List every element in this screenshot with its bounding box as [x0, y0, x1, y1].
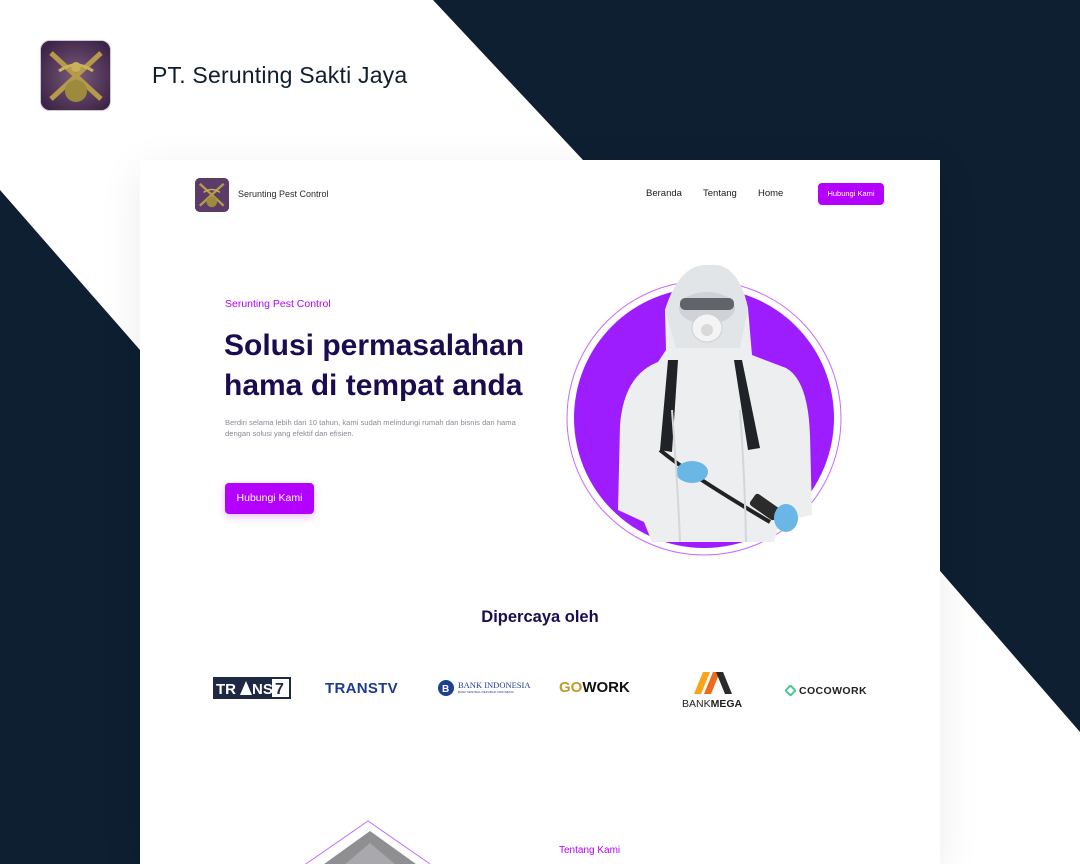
company-logo: [40, 40, 111, 111]
gowork-logo: GOWORK: [559, 679, 630, 696]
nav-link-home[interactable]: Home: [758, 188, 783, 199]
transtv-logo: TRANSTV: [325, 680, 398, 697]
gowork-text-work: WORK: [582, 679, 630, 696]
cocowork-logo: COCOWORK: [784, 682, 867, 700]
nav-contact-button[interactable]: Hubungi Kami: [818, 183, 884, 205]
landing-page-preview: Serunting Pest Control Beranda Tentang H…: [140, 160, 940, 864]
nav-link-tentang[interactable]: Tentang: [703, 188, 737, 199]
hero-description: Berdiri selama lebih dari 10 tahun, kami…: [225, 418, 516, 438]
svg-text:B: B: [442, 684, 449, 695]
bank-indonesia-subtext: BANK SENTRAL REPUBLIK INDONESIA: [458, 690, 514, 694]
hero-illustration: [566, 264, 842, 556]
bank-mega-text: BANKMEGA: [682, 698, 743, 710]
bank-mega-logo: BANKMEGA: [680, 670, 752, 710]
trusted-heading: Dipercaya oleh: [481, 608, 599, 626]
trans7-logo: TR NS 7: [213, 677, 291, 704]
nav-logo[interactable]: [195, 178, 229, 212]
nav-brand[interactable]: Serunting Pest Control: [238, 189, 329, 199]
about-illustration: [305, 820, 430, 864]
cocowork-text: COCOWORK: [799, 684, 867, 697]
partner-logos: TR NS 7 TRANSTV B BANK INDONESIA BANK SE…: [140, 665, 940, 725]
trans7-text-a: TR: [216, 681, 236, 698]
trans7-text-c: 7: [275, 681, 284, 698]
nav-link-beranda[interactable]: Beranda: [646, 188, 682, 199]
hero-title: Solusi permasalahan hama di tempat anda: [224, 326, 564, 406]
trans7-text-b: NS: [252, 681, 273, 698]
bank-indonesia-logo: B BANK INDONESIA BANK SENTRAL REPUBLIK I…: [437, 678, 531, 703]
hero-eyebrow: Serunting Pest Control: [225, 298, 331, 310]
cocowork-icon: [784, 684, 797, 698]
company-name: PT. Serunting Sakti Jaya: [152, 62, 408, 88]
hero-title-line-2: hama di tempat anda: [224, 369, 523, 402]
hero-contact-button[interactable]: Hubungi Kami: [225, 483, 314, 514]
gowork-text-go: GO: [559, 679, 583, 696]
about-eyebrow: Tentang Kami: [559, 845, 621, 856]
bank-indonesia-text: BANK INDONESIA: [458, 680, 531, 690]
hero-title-line-1: Solusi permasalahan: [224, 329, 525, 362]
